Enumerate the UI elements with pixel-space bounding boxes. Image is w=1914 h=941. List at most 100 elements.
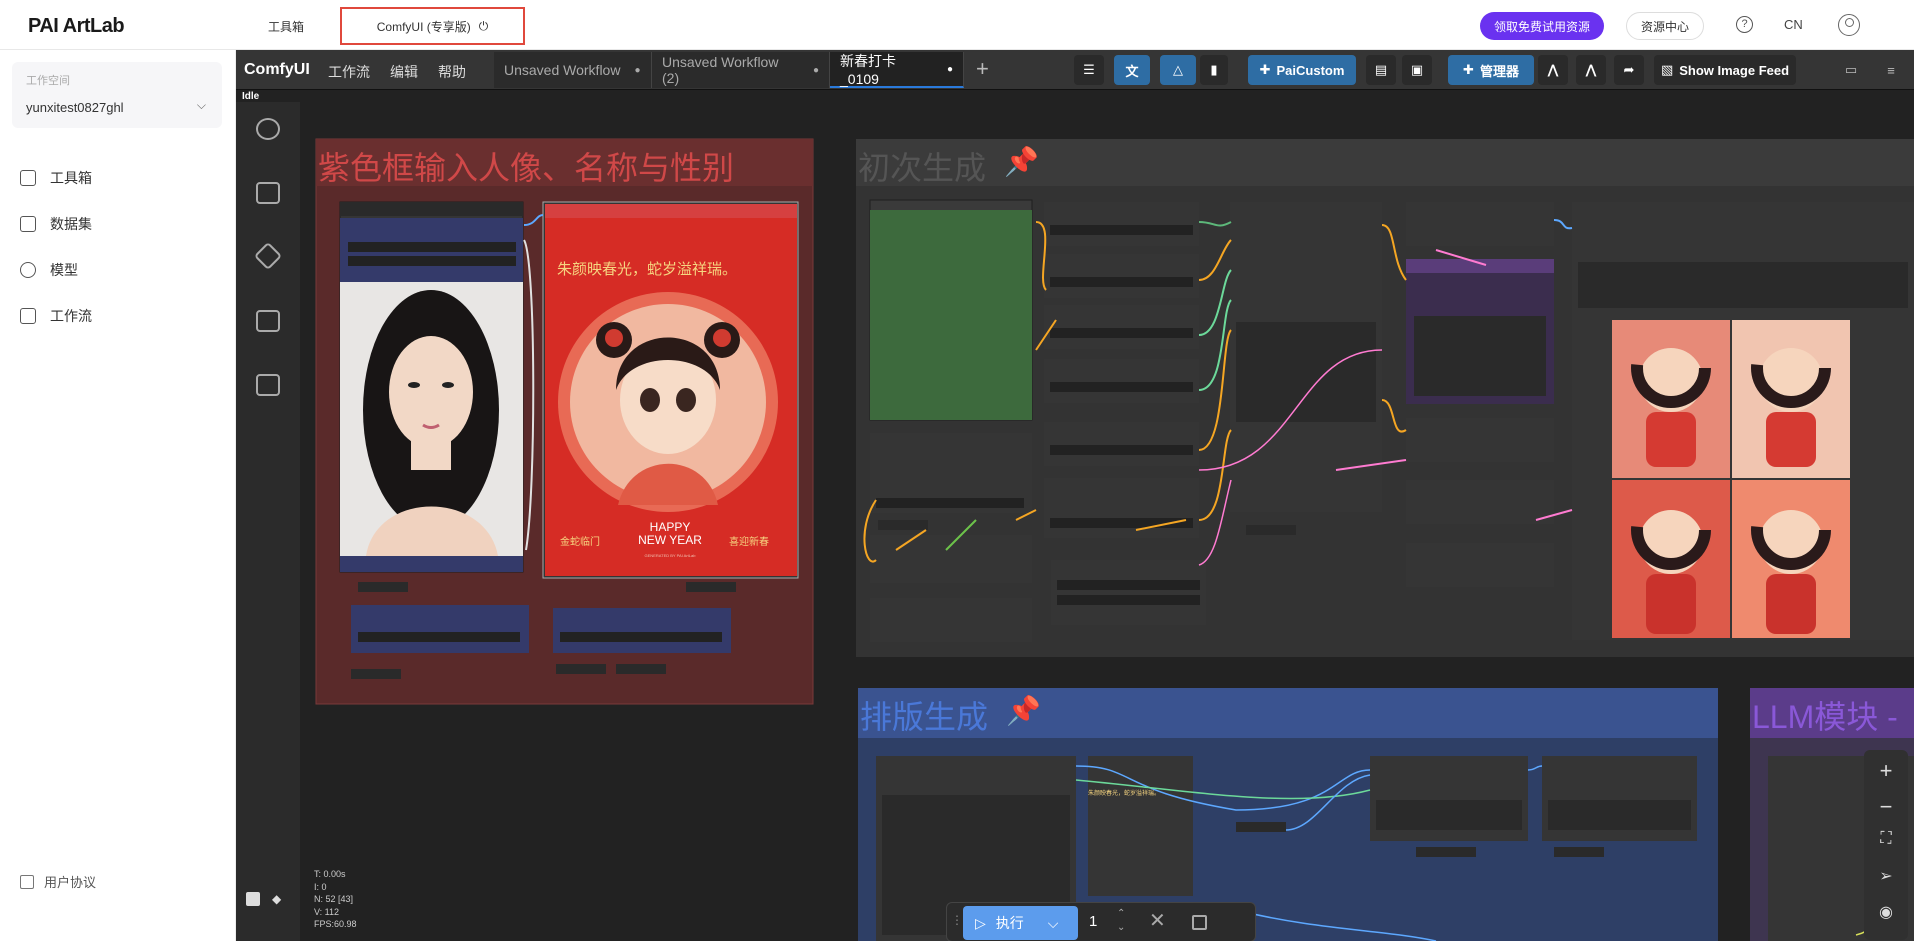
batch-stepper[interactable]: ⌃ ⌄	[1117, 907, 1125, 935]
user-agreement-link[interactable]: 用户协议	[20, 872, 96, 891]
stat-time: T: 0.00s	[314, 869, 346, 879]
canvas-stats: T: 0.00s I: 0 N: 52 [43] V: 112 FPS:60.9…	[314, 868, 357, 931]
comfy-left-sidebar: ◆	[236, 102, 300, 941]
unsaved-dot-icon: ●	[946, 63, 953, 75]
queue-list-icon[interactable]	[256, 182, 280, 204]
canvas-zoom-controls: + − ⛶ ➢ ◉	[1864, 750, 1908, 940]
workflow-fork-icon[interactable]: ⋀	[1538, 55, 1568, 85]
play-icon: ▷	[975, 914, 986, 931]
show-image-feed-button[interactable]: ▧ Show Image Feed	[1654, 55, 1796, 85]
help-icon[interactable]: ?	[1736, 16, 1753, 33]
text-node-content: 朱颜映春光，蛇岁溢祥瑞。	[1088, 791, 1161, 797]
queue-run-bar: ⋮ ▷ 执行 ⌵ 1 ⌃ ⌄ ✕	[946, 902, 1256, 941]
stat-v: V: 112	[314, 906, 340, 917]
run-label: 执行	[995, 915, 1024, 931]
panel-toggle-icon[interactable]: ▭	[1836, 55, 1866, 85]
language-switch[interactable]: CN	[1784, 17, 1803, 32]
comfy-brand: ComfyUI	[244, 61, 310, 78]
poster-generated-by: GENERATED BY PAI ArtLab	[644, 553, 696, 558]
bookmark-icon[interactable]: ▮	[1200, 55, 1228, 85]
workflow-icon	[20, 308, 36, 324]
app-logo: PAI ArtLab	[28, 15, 125, 37]
sidebar: 工作空间 yunxitest0827ghl ⌵ 工具箱 数据集 模型 工作流 用…	[0, 50, 236, 941]
history-icon[interactable]	[256, 118, 280, 140]
sidebar-item-toolbox[interactable]: 工具箱	[20, 168, 92, 188]
top-bar: PAI ArtLab 工具箱 ComfyUI (专享版) ⏻ 领取免费试用资源 …	[0, 0, 1914, 50]
agreement-icon	[20, 874, 34, 889]
translate-icon[interactable]: 文	[1114, 55, 1150, 85]
image-feed-label: Show Image Feed	[1679, 62, 1790, 78]
sidebar-item-model[interactable]: 模型	[20, 260, 78, 280]
comfy-menu-bar: ComfyUI 工作流 编辑 帮助 Unsaved Workflow ● Uns…	[236, 50, 1914, 90]
chevron-down-icon: ⌵	[196, 98, 206, 112]
tab-toolbox[interactable]: 工具箱	[268, 18, 304, 35]
puzzle-icon: ✚	[1259, 62, 1271, 77]
chevron-down-icon[interactable]: ⌵	[1048, 915, 1059, 932]
model-download-icon[interactable]: ▤	[1366, 55, 1396, 85]
stop-icon[interactable]	[1192, 915, 1207, 930]
workflow-fork-2-icon[interactable]: ⋀	[1576, 55, 1606, 85]
image-gallery-icon[interactable]	[256, 374, 280, 396]
unsaved-dot-icon: ●	[812, 64, 819, 76]
cancel-run-icon[interactable]: ✕	[1149, 908, 1166, 933]
workflow-tab-label: Unsaved Workflow (2)	[662, 54, 779, 86]
add-tab-button[interactable]: +	[976, 56, 989, 82]
group-title: 排版生成	[860, 699, 989, 735]
workflow-tab-3[interactable]: 新春打卡_0109 ●	[830, 52, 964, 88]
zoom-in-icon[interactable]: +	[1864, 758, 1908, 784]
sidebar-item-label: 数据集	[50, 216, 92, 232]
node-library-icon[interactable]	[253, 241, 283, 271]
pin-icon: 📌	[1004, 146, 1039, 177]
save-icon[interactable]: ▣	[1402, 55, 1432, 85]
user-avatar-icon[interactable]	[1838, 14, 1860, 36]
share-icon[interactable]: ➦	[1614, 55, 1644, 85]
poster-right-text: 喜迎新春	[729, 537, 769, 548]
power-icon[interactable]: ⏻	[479, 19, 489, 34]
workflow-tab-label: Unsaved Workflow	[504, 62, 621, 78]
agreement-label: 用户协议	[44, 875, 97, 890]
navigate-icon[interactable]: ➢	[1864, 866, 1908, 886]
workflow-tab-label: 新春打卡_0109	[840, 53, 896, 87]
batch-count-input[interactable]: 1	[1089, 913, 1097, 930]
group-title: 初次生成	[858, 150, 987, 186]
node-graph-icon[interactable]: △	[1160, 55, 1196, 85]
poster-slogan: 朱颜映春光，蛇岁溢祥瑞。	[557, 260, 738, 278]
manager-button[interactable]: ✚ 管理器	[1448, 55, 1534, 85]
zoom-out-icon[interactable]: −	[1864, 794, 1908, 820]
sidebar-item-label: 工作流	[50, 308, 92, 324]
image-feed-icon: ▧	[1660, 62, 1674, 77]
workspace-label: 工作空间	[26, 75, 70, 87]
paicustom-label: PaiCustom	[1276, 62, 1345, 78]
sidebar-item-dataset[interactable]: 数据集	[20, 214, 92, 234]
doc-toggle-icon[interactable]	[246, 892, 260, 906]
hamburger-menu-icon[interactable]: ≡	[1876, 55, 1906, 85]
theme-toggle-icon[interactable]: ◆	[272, 892, 286, 906]
poster-new-year: NEW YEAR	[638, 533, 702, 547]
menu-workflow[interactable]: 工作流	[328, 62, 370, 82]
dataset-icon	[20, 216, 36, 232]
poster-left-text: 金蛇临门	[560, 537, 600, 548]
menu-help[interactable]: 帮助	[438, 62, 466, 82]
drag-handle-icon[interactable]: ⋮	[951, 913, 963, 927]
paicustom-button[interactable]: ✚ PaiCustom	[1248, 55, 1356, 85]
manager-label: 管理器	[1479, 63, 1519, 79]
workspace-selector[interactable]: 工作空间 yunxitest0827ghl ⌵	[12, 62, 222, 128]
workflow-tab-2[interactable]: Unsaved Workflow (2) ●	[652, 52, 830, 88]
tab-comfyui[interactable]: ComfyUI (专享版) ⏻	[340, 7, 525, 45]
comfyui-canvas-area: 紫色框输入人像、名称与性别 初次生成 📌 排版生成 📌 LLM模块 - 朱颜映春…	[236, 50, 1914, 941]
resource-center-button[interactable]: 资源中心	[1626, 12, 1705, 40]
fit-view-icon[interactable]: ⛶	[1864, 830, 1908, 848]
run-button[interactable]: ▷ 执行 ⌵	[963, 906, 1078, 940]
stat-fps: FPS:60.98	[314, 919, 357, 929]
visibility-eye-icon[interactable]: ◉	[1864, 902, 1908, 922]
folder-icon[interactable]	[256, 310, 280, 332]
workflow-tab-1[interactable]: Unsaved Workflow ●	[494, 52, 652, 88]
sidebar-item-workflow[interactable]: 工作流	[20, 306, 92, 326]
stat-i: I: 0	[314, 881, 327, 892]
model-icon	[20, 262, 36, 278]
stat-nodes: N: 52 [43]	[314, 894, 354, 904]
queue-icon[interactable]: ☰	[1074, 55, 1104, 85]
menu-edit[interactable]: 编辑	[390, 62, 418, 82]
free-trial-button[interactable]: 领取免费试用资源	[1480, 12, 1605, 40]
pin-icon: 📌	[1006, 695, 1041, 726]
